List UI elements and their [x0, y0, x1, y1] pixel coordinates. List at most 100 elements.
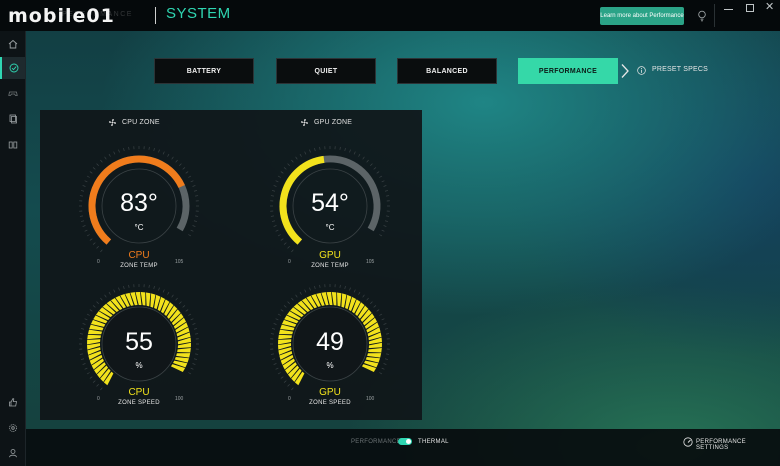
- dial-tick: [379, 175, 383, 178]
- dial-tick: [275, 318, 279, 321]
- cpu-speed-value: 55: [125, 328, 153, 356]
- mode-button-balanced[interactable]: BALANCED: [397, 58, 497, 84]
- dial-tick: [309, 287, 311, 291]
- dial-tick: [273, 185, 277, 187]
- sidebar-item-displays[interactable]: [0, 134, 25, 156]
- performance-thermal-toggle[interactable]: [398, 438, 412, 445]
- sidebar-item-system[interactable]: [0, 57, 25, 79]
- dial-tick: [379, 372, 383, 375]
- sidebar-item-feedback[interactable]: [0, 391, 25, 413]
- gpu-temp-value: 54°: [311, 189, 349, 217]
- dial-tick: [179, 163, 182, 166]
- performance-settings-link[interactable]: PERFORMANCE SETTINGS: [696, 439, 780, 451]
- info-icon[interactable]: [637, 66, 646, 75]
- dial-tick: [358, 291, 361, 295]
- chevron-right-icon[interactable]: [620, 63, 630, 79]
- dial-tick: [283, 167, 287, 170]
- dial-tick: [280, 171, 284, 174]
- dial-tick: [167, 291, 170, 295]
- gauge-icon: [9, 63, 18, 73]
- sidebar-item-settings[interactable]: [0, 417, 25, 439]
- cpu-zone-header: CPU ZONE: [108, 118, 160, 127]
- sidebar-item-copy[interactable]: [0, 108, 25, 130]
- lightbulb-icon[interactable]: [697, 10, 707, 22]
- learn-more-button[interactable]: Learn more about Performance: [600, 7, 684, 25]
- dial-tick: [188, 175, 192, 178]
- cpu-temp-value: 83°: [120, 189, 158, 217]
- dial-tick: [158, 287, 160, 291]
- dial-tick: [287, 246, 290, 249]
- dial-tick: [80, 220, 85, 222]
- dial-tick: [295, 294, 298, 298]
- dial-tick: [86, 234, 90, 237]
- page-title: SYSTEM: [166, 5, 231, 22]
- dial-tick: [362, 156, 365, 160]
- dial-tick: [89, 309, 93, 312]
- dial-tick: [366, 297, 369, 301]
- dial-tick: [383, 323, 387, 325]
- dial-tick: [192, 323, 196, 325]
- dial-tick: [128, 284, 130, 288]
- dial-tick: [175, 159, 178, 163]
- dial-tick: [118, 287, 120, 291]
- dial-tick: [185, 309, 189, 312]
- dial-tick: [291, 159, 294, 163]
- gpu-speed-max: 100: [366, 396, 375, 402]
- dial-tick: [370, 301, 373, 304]
- dial-tick: [188, 372, 192, 375]
- dial-tick: [82, 185, 86, 187]
- dial-tick: [113, 151, 116, 155]
- gpu-temp-min: 0: [288, 259, 291, 265]
- dial-tick: [381, 318, 385, 321]
- dial-tick: [92, 167, 96, 170]
- gpu-temp-max: 105: [366, 259, 375, 265]
- sidebar-item-games[interactable]: [0, 82, 25, 104]
- dial-tick: [190, 180, 194, 183]
- dial-tick: [304, 289, 307, 293]
- home-icon: [8, 39, 17, 49]
- dial-tick: [344, 285, 346, 290]
- dial-tick: [373, 305, 377, 308]
- gpu-speed-min: 0: [288, 396, 291, 402]
- dial-tick: [309, 149, 311, 153]
- preset-specs-link[interactable]: PRESET SPECS: [652, 66, 708, 73]
- dial-tick: [280, 376, 284, 379]
- title-separator: [155, 7, 156, 24]
- dial-tick: [182, 167, 186, 170]
- maximize-icon[interactable]: [746, 4, 754, 12]
- gpu-speed-gauge: 49 % GPU ZONE SPEED 0 100: [270, 284, 390, 406]
- dial-tick: [376, 171, 380, 174]
- dial-tick: [349, 287, 351, 291]
- dial-tick: [82, 323, 86, 325]
- cpu-speed-gauge: 55 % CPU ZONE SPEED 0 100: [79, 284, 199, 406]
- gpu-temp-unit: °C: [325, 223, 335, 232]
- minimize-icon[interactable]: [724, 9, 733, 10]
- mode-button-performance[interactable]: PERFORMANCE: [518, 58, 618, 84]
- dial-tick: [283, 242, 287, 245]
- settings-gauge-icon[interactable]: [683, 437, 693, 447]
- dial-tick: [384, 358, 389, 360]
- dial-tick: [271, 220, 276, 222]
- close-icon[interactable]: ✕: [765, 1, 774, 13]
- dial-tick: [89, 171, 93, 174]
- dial-tick: [118, 149, 120, 153]
- dial-tick: [353, 289, 356, 293]
- dial-tick: [379, 313, 383, 316]
- dial-tick: [358, 153, 361, 157]
- copy-icon: [9, 114, 17, 124]
- dial-tick: [291, 297, 294, 301]
- fan-blade: [331, 292, 337, 306]
- sidebar-item-account[interactable]: [0, 442, 25, 464]
- mode-button-quiet[interactable]: QUIET: [276, 58, 376, 84]
- dial-tick: [299, 291, 302, 295]
- dial-tick: [319, 284, 321, 288]
- dial-tick: [349, 149, 351, 153]
- fan-icon: [300, 118, 309, 127]
- dial-tick: [188, 234, 192, 237]
- user-icon: [8, 449, 17, 458]
- mode-button-battery[interactable]: BATTERY: [154, 58, 254, 84]
- sidebar-item-home[interactable]: [0, 33, 25, 55]
- cpu-speed-min: 0: [97, 396, 100, 402]
- dial-tick: [179, 301, 182, 304]
- dial-tick: [86, 175, 90, 178]
